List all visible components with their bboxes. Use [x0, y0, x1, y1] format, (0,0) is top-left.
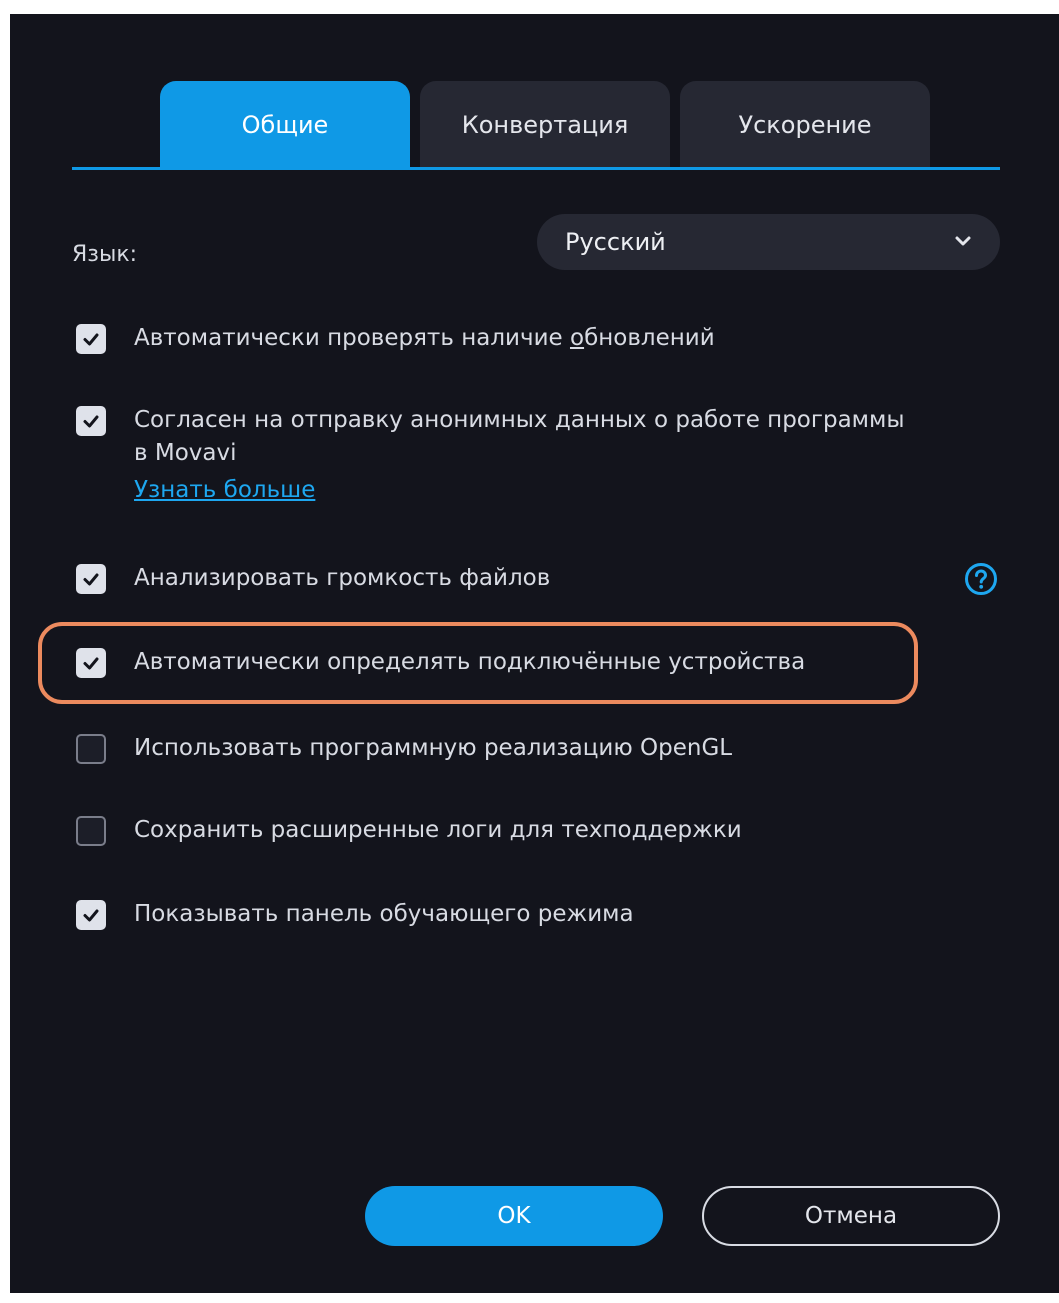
chevron-down-icon — [955, 236, 971, 246]
language-label: Язык: — [72, 242, 138, 267]
learn-more-link[interactable]: Узнать больше — [134, 477, 315, 503]
cancel-button[interactable]: Отмена — [702, 1186, 1000, 1246]
tab-conversion[interactable]: Конвертация — [420, 81, 670, 168]
checkmark-icon — [83, 415, 99, 428]
tab-acceleration[interactable]: Ускорение — [680, 81, 930, 168]
ok-button[interactable]: OK — [365, 1186, 663, 1246]
option-software-opengl-label: Использовать программную реализацию Open… — [134, 735, 733, 761]
option-extended-logs[interactable]: Сохранить расширенные логи для техподдер… — [76, 814, 742, 847]
language-select[interactable]: Русский — [537, 214, 1000, 270]
option-check-updates-label: Автоматически проверять наличие обновлен… — [134, 325, 715, 351]
option-anonymous-data[interactable]: Согласен на отправку анонимных данных о … — [76, 404, 905, 470]
option-check-updates[interactable]: Автоматически проверять наличие обновлен… — [76, 322, 715, 355]
option-extended-logs-label: Сохранить расширенные логи для техподдер… — [134, 817, 742, 843]
settings-dialog: Общие Конвертация Ускорение Язык: Русски… — [10, 14, 1059, 1293]
checkbox-analyze-volume[interactable] — [76, 564, 106, 594]
question-circle-icon[interactable] — [964, 562, 998, 596]
tab-bar: Общие Конвертация Ускорение — [160, 81, 930, 168]
checkmark-icon — [83, 909, 99, 922]
tab-underline — [72, 167, 1000, 170]
checkbox-check-updates[interactable] — [76, 324, 106, 354]
option-anonymous-data-label: Согласен на отправку анонимных данных о … — [134, 407, 905, 466]
option-detect-devices-label: Автоматически определять подключённые ус… — [134, 649, 806, 675]
checkmark-icon — [83, 573, 99, 586]
checkbox-software-opengl[interactable] — [76, 734, 106, 764]
option-tutorial-panel[interactable]: Показывать панель обучающего режима — [76, 898, 634, 931]
option-analyze-volume[interactable]: Анализировать громкость файлов — [76, 562, 550, 595]
option-analyze-volume-label: Анализировать громкость файлов — [134, 565, 551, 591]
checkmark-icon — [83, 657, 99, 670]
option-software-opengl[interactable]: Использовать программную реализацию Open… — [76, 732, 732, 765]
tab-general[interactable]: Общие — [160, 81, 410, 168]
checkbox-tutorial-panel[interactable] — [76, 900, 106, 930]
checkbox-anonymous-data[interactable] — [76, 406, 106, 436]
option-tutorial-panel-label: Показывать панель обучающего режима — [134, 901, 634, 927]
language-selected-value: Русский — [565, 228, 666, 256]
checkmark-icon — [83, 333, 99, 346]
checkbox-detect-devices[interactable] — [76, 648, 106, 678]
option-detect-devices[interactable]: Автоматически определять подключённые ус… — [76, 646, 805, 679]
checkbox-extended-logs[interactable] — [76, 816, 106, 846]
